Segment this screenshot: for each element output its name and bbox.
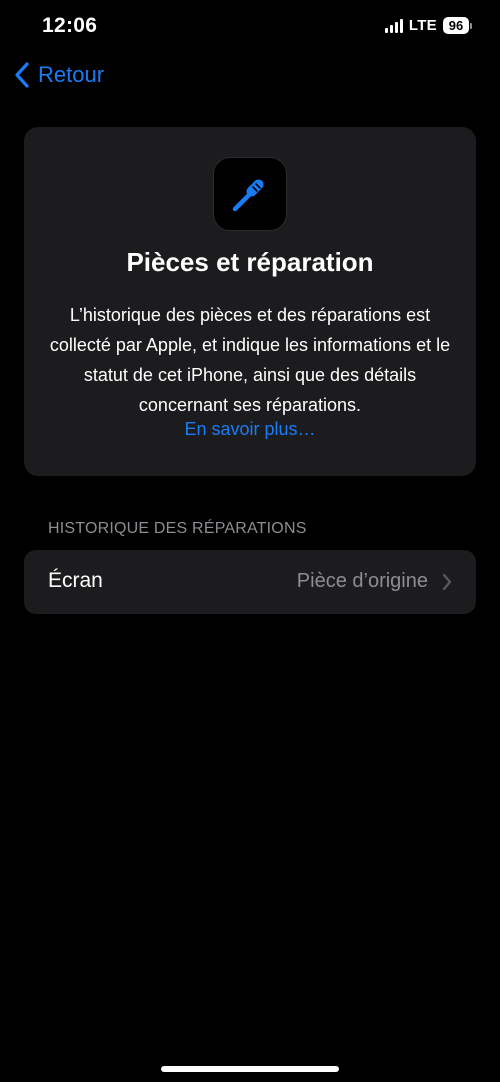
- back-button-label: Retour: [38, 62, 105, 87]
- cellular-signal-icon: [384, 18, 403, 33]
- status-time: 12:06: [42, 14, 98, 37]
- parts-repair-info-card: Pièces et réparation L’historique des pi…: [24, 127, 476, 476]
- repair-history-list: Écran Pièce d’origine: [24, 550, 476, 614]
- status-indicators: LTE 96: [384, 17, 472, 34]
- home-indicator[interactable]: [161, 1066, 339, 1072]
- battery-level: 96: [443, 17, 469, 34]
- chevron-right-icon: [442, 573, 452, 591]
- learn-more-link[interactable]: En savoir plus…: [24, 419, 476, 440]
- screwdriver-icon: [213, 157, 287, 231]
- list-row-screen[interactable]: Écran Pièce d’origine: [24, 550, 476, 614]
- network-type: LTE: [408, 17, 437, 34]
- card-description: L’historique des pièces et des réparatio…: [49, 305, 451, 415]
- card-title: Pièces et réparation: [126, 247, 374, 277]
- row-value: Pièce d’origine: [296, 570, 428, 592]
- chevron-left-icon: [15, 62, 29, 88]
- row-label: Écran: [48, 569, 103, 592]
- battery-icon: 96: [443, 17, 472, 34]
- back-button[interactable]: Retour: [14, 62, 104, 88]
- status-bar: 12:06 LTE 96: [0, 0, 500, 56]
- repair-history-header: HISTORIQUE DES RÉPARATIONS: [48, 520, 307, 537]
